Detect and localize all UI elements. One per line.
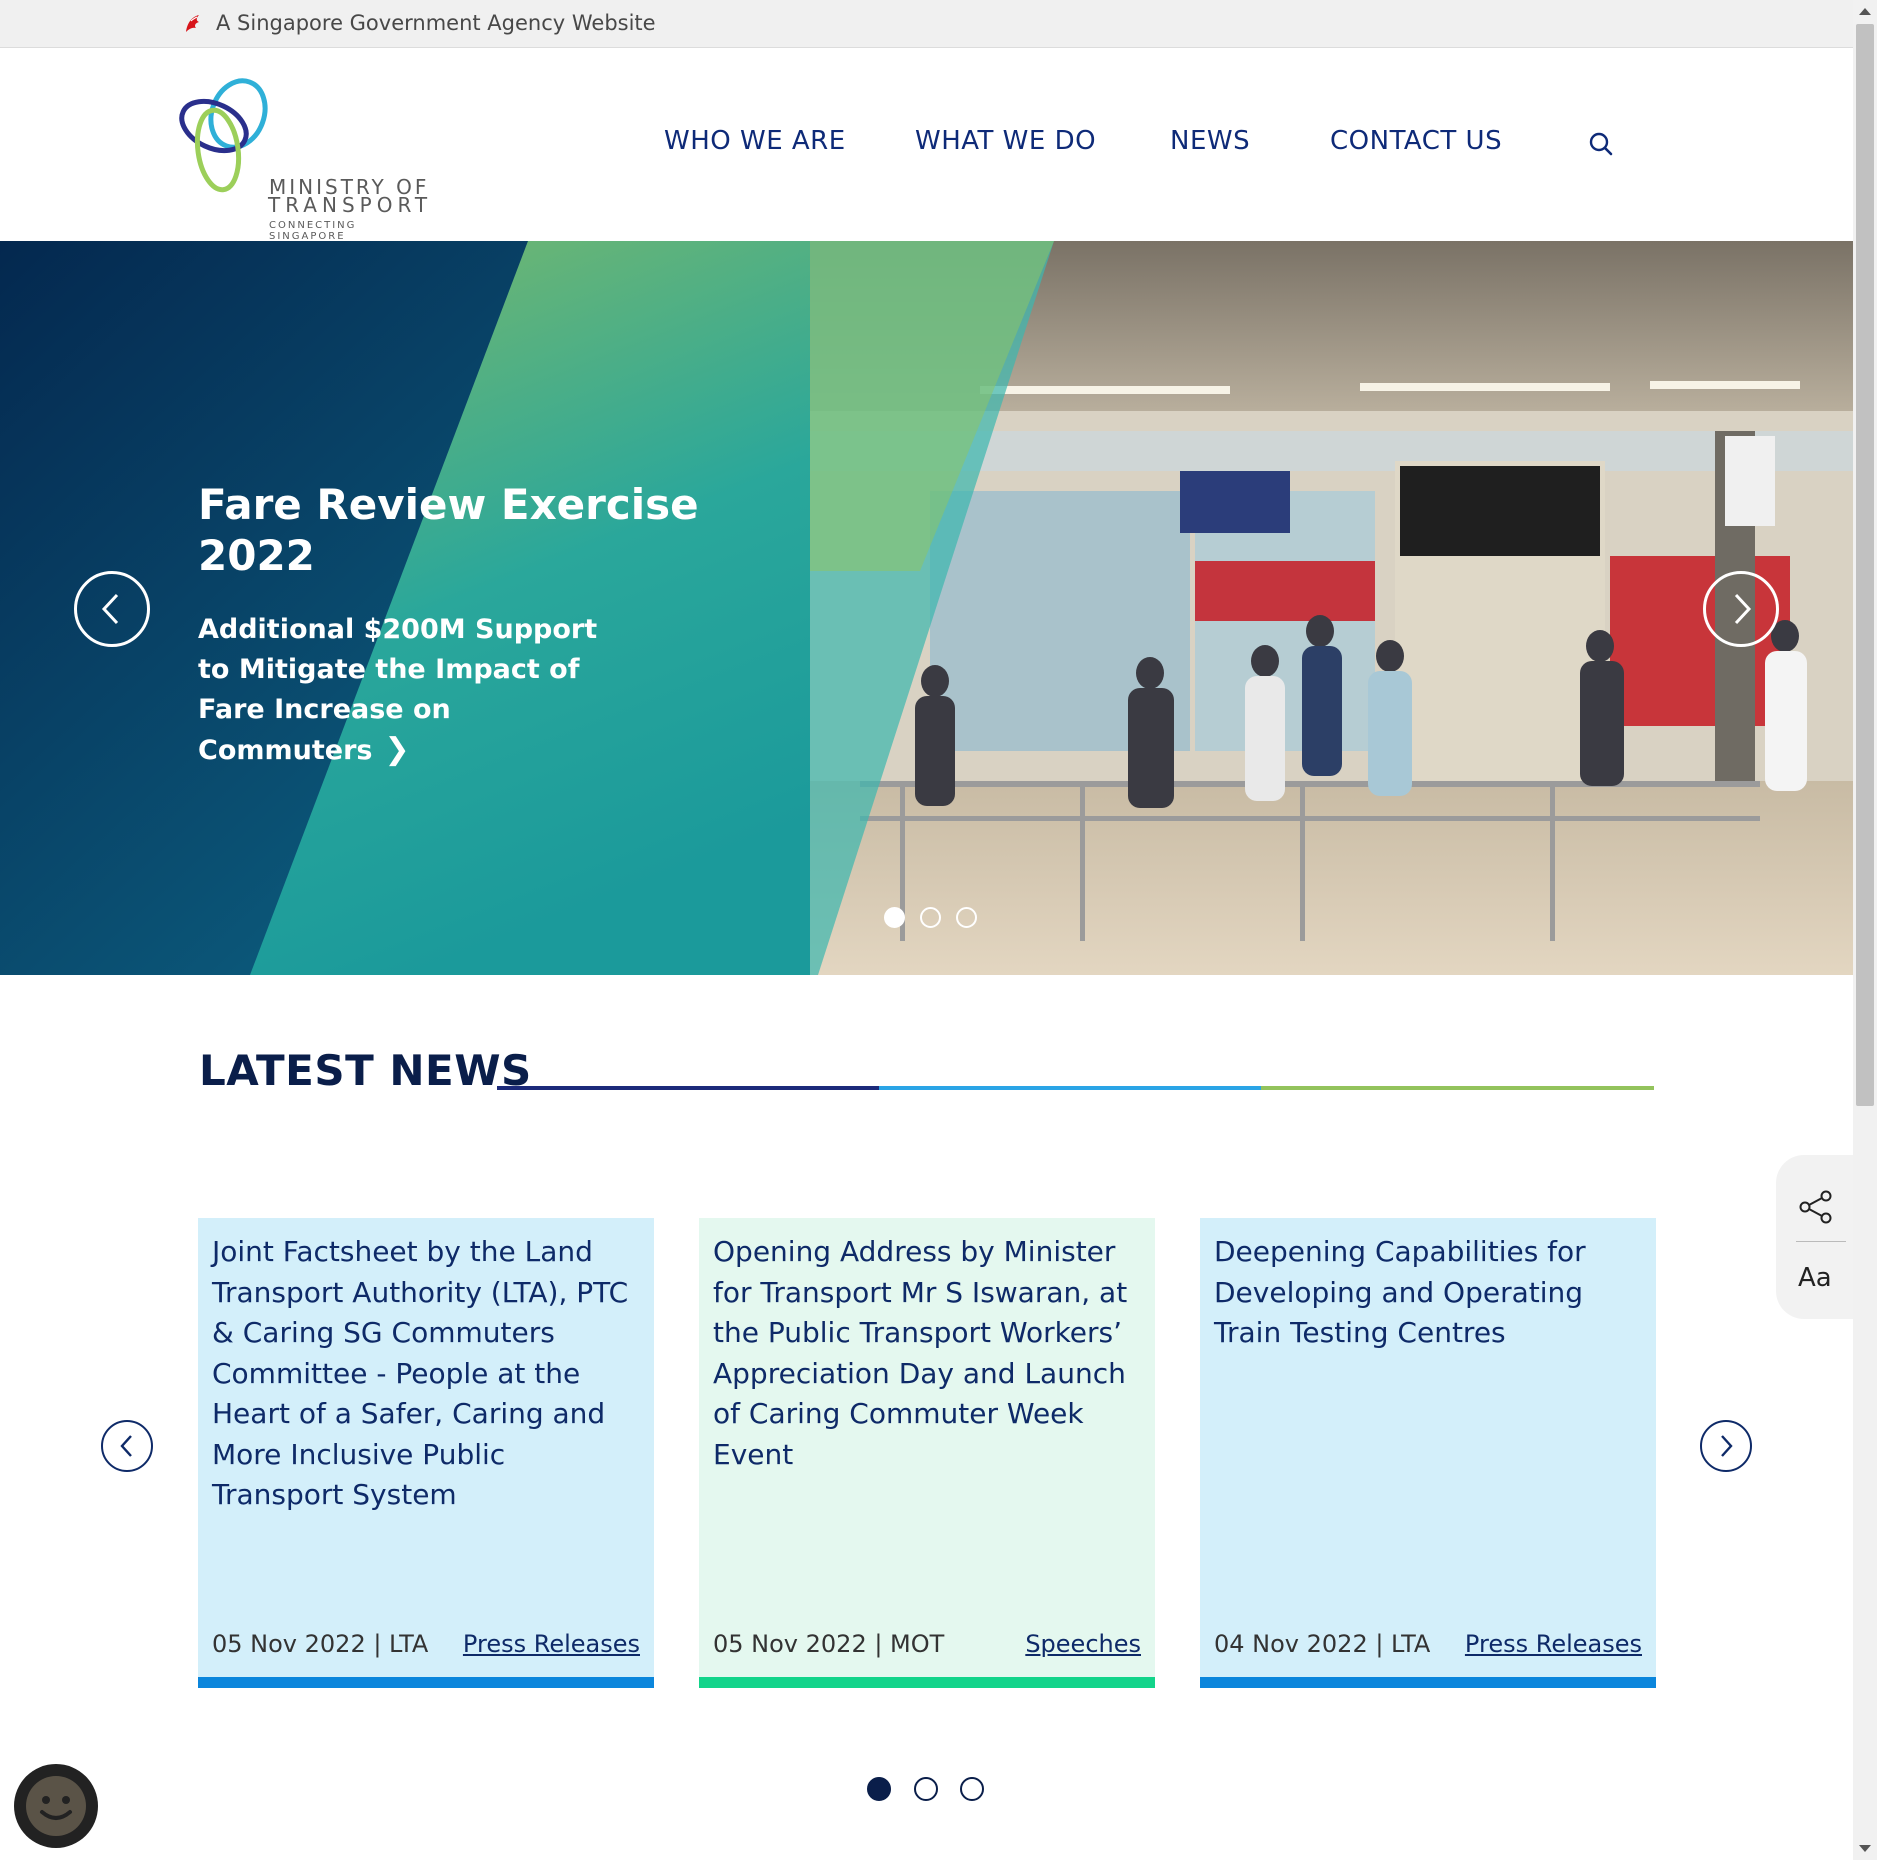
mot-logo[interactable]: MINISTRY OF TRANSPORT CONNECTING SINGAPO… bbox=[176, 78, 436, 242]
singapore-lion-icon bbox=[186, 15, 199, 32]
news-card-category[interactable]: Press Releases bbox=[1465, 1630, 1642, 1658]
hero-next-button[interactable] bbox=[1703, 571, 1779, 647]
nav-news[interactable]: NEWS bbox=[1170, 126, 1250, 156]
news-card-accent-bar bbox=[699, 1677, 1155, 1688]
heading-rule-green bbox=[1261, 1086, 1654, 1090]
masthead-text: A Singapore Government Agency Website bbox=[216, 11, 656, 35]
news-card[interactable]: Joint Factsheet by the Land Transport Au… bbox=[198, 1218, 654, 1688]
heading-rule-blue bbox=[879, 1086, 1261, 1090]
side-widget-divider bbox=[1796, 1241, 1846, 1242]
hero-carousel: Fare Review Exercise 2022 Additional $20… bbox=[0, 241, 1853, 975]
heading-rule-navy bbox=[497, 1086, 879, 1090]
scroll-thumb[interactable] bbox=[1856, 24, 1874, 1106]
news-card-accent-bar bbox=[1200, 1677, 1656, 1688]
latest-news-heading: LATEST NEWS bbox=[199, 1046, 532, 1095]
news-prev-button[interactable] bbox=[101, 1420, 153, 1472]
chevron-left-icon bbox=[120, 1435, 132, 1457]
news-page-dot-1[interactable] bbox=[867, 1777, 891, 1801]
news-card-category[interactable]: Press Releases bbox=[463, 1630, 640, 1658]
hero-prev-button[interactable] bbox=[74, 571, 150, 647]
site-header: MINISTRY OF TRANSPORT CONNECTING SINGAPO… bbox=[0, 48, 1853, 242]
news-card-title[interactable]: Deepening Capabilities for Developing an… bbox=[1214, 1232, 1644, 1354]
logo-tagline: CONNECTING SINGAPORE bbox=[269, 220, 357, 242]
hero-subtitle-link[interactable]: Additional $200M Support to Mitigate the… bbox=[198, 610, 618, 771]
share-icon[interactable] bbox=[1796, 1187, 1836, 1227]
hero-dot-2[interactable] bbox=[920, 907, 941, 928]
news-card-accent-bar bbox=[198, 1677, 654, 1688]
nav-contact-us[interactable]: CONTACT US bbox=[1330, 126, 1502, 156]
search-icon[interactable] bbox=[1588, 131, 1614, 157]
hero-image bbox=[0, 241, 1853, 975]
hero-title: Fare Review Exercise 2022 bbox=[198, 480, 699, 580]
chevron-right-icon bbox=[1734, 593, 1752, 625]
chevron-left-icon bbox=[101, 593, 119, 625]
hero-dot-1[interactable] bbox=[884, 907, 905, 928]
font-size-button[interactable]: Aa bbox=[1798, 1263, 1832, 1293]
news-card-meta: 04 Nov 2022 | LTA bbox=[1214, 1630, 1431, 1658]
scroll-up-arrow[interactable] bbox=[1859, 8, 1871, 15]
page-scrollbar[interactable] bbox=[1853, 0, 1877, 1860]
news-card-title[interactable]: Joint Factsheet by the Land Transport Au… bbox=[212, 1232, 642, 1516]
side-widget: Aa bbox=[1776, 1155, 1853, 1319]
news-card[interactable]: Opening Address by Minister for Transpor… bbox=[699, 1218, 1155, 1688]
news-card-title[interactable]: Opening Address by Minister for Transpor… bbox=[713, 1232, 1143, 1475]
chevron-right-icon: ❯ bbox=[384, 732, 410, 767]
gov-masthead: A Singapore Government Agency Website bbox=[0, 0, 1853, 48]
news-card-meta: 05 Nov 2022 | LTA bbox=[212, 1630, 429, 1658]
news-card[interactable]: Deepening Capabilities for Developing an… bbox=[1200, 1218, 1656, 1688]
news-card-meta: 05 Nov 2022 | MOT bbox=[713, 1630, 945, 1658]
nav-what-we-do[interactable]: WHAT WE DO bbox=[915, 126, 1096, 156]
scroll-down-arrow[interactable] bbox=[1859, 1845, 1871, 1852]
news-next-button[interactable] bbox=[1700, 1420, 1752, 1472]
news-page-dot-3[interactable] bbox=[960, 1777, 984, 1801]
chatbot-button[interactable] bbox=[14, 1764, 98, 1848]
news-card-category[interactable]: Speeches bbox=[1025, 1630, 1141, 1658]
chatbot-smiley-icon bbox=[26, 1776, 86, 1836]
chevron-right-icon bbox=[1721, 1435, 1733, 1457]
hero-dot-3[interactable] bbox=[956, 907, 977, 928]
logo-line-2: TRANSPORT bbox=[268, 193, 433, 217]
nav-who-we-are[interactable]: WHO WE ARE bbox=[664, 126, 846, 156]
news-page-dot-2[interactable] bbox=[914, 1777, 938, 1801]
